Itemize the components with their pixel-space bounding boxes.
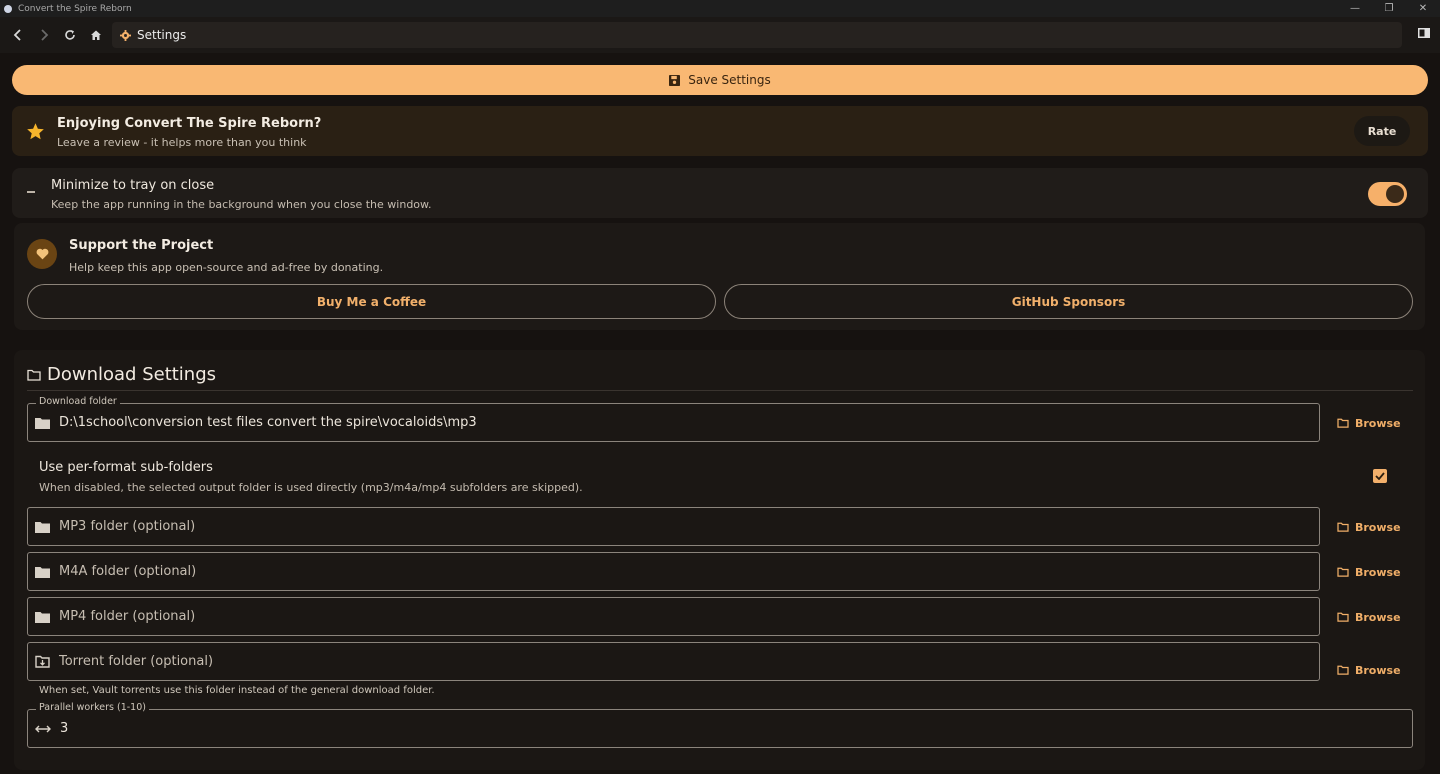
browse-torrent-folder-button[interactable]: Browse	[1337, 660, 1403, 680]
folder-outline-icon	[1337, 522, 1349, 532]
minimize-button[interactable]: —	[1338, 0, 1372, 17]
gear-icon	[120, 29, 131, 41]
home-icon	[91, 30, 101, 40]
review-card: Enjoying Convert The Spire Reborn? Leave…	[12, 106, 1428, 156]
browse-mp4-folder-button[interactable]: Browse	[1337, 607, 1403, 627]
per-format-checkbox[interactable]	[1373, 469, 1387, 483]
folder-icon	[35, 417, 50, 429]
heart-icon	[27, 239, 57, 269]
save-settings-label: Save Settings	[688, 73, 771, 87]
reload-button[interactable]	[58, 23, 82, 47]
folder-outline-icon	[27, 369, 41, 381]
browse-download-folder-button[interactable]: Browse	[1337, 413, 1403, 433]
arrows-horizontal-icon	[35, 725, 51, 732]
folder-icon	[35, 521, 50, 533]
window-controls: — ❐ ✕	[1338, 0, 1440, 17]
address-bar[interactable]: Settings	[112, 22, 1402, 48]
buy-me-a-coffee-button[interactable]: Buy Me a Coffee	[27, 284, 716, 319]
toggle-knob	[1386, 185, 1404, 203]
browse-mp3-folder-button[interactable]: Browse	[1337, 517, 1403, 537]
minimize-to-tray-toggle[interactable]	[1368, 182, 1407, 206]
rate-button[interactable]: Rate	[1354, 116, 1410, 146]
minus-icon	[27, 191, 35, 193]
mp3-folder-field[interactable]: MP3 folder (optional)	[27, 507, 1320, 546]
reload-icon	[65, 30, 75, 40]
parallel-workers-value: 3	[60, 721, 69, 736]
title-bar: Convert the Spire Reborn — ❐ ✕	[0, 0, 1440, 17]
download-settings-card: Download Settings Download folder D:\1sc…	[14, 350, 1425, 770]
app-icon	[4, 4, 12, 13]
folder-download-icon	[35, 655, 50, 668]
review-subtext: Leave a review - it helps more than you …	[57, 136, 307, 149]
torrent-folder-field[interactable]: Torrent folder (optional)	[27, 642, 1320, 681]
home-button[interactable]	[84, 23, 108, 47]
section-divider	[27, 390, 1413, 391]
sidebar-toggle-button[interactable]	[1418, 28, 1430, 38]
restore-button[interactable]: ❐	[1372, 0, 1406, 17]
forward-arrow-icon	[41, 29, 49, 41]
parallel-workers-label: Parallel workers (1-10)	[36, 702, 149, 713]
review-heading: Enjoying Convert The Spire Reborn?	[57, 116, 322, 131]
support-heading: Support the Project	[69, 238, 214, 253]
download-folder-label: Download folder	[36, 396, 120, 407]
download-settings-title: Download Settings	[27, 364, 216, 385]
github-sponsors-button[interactable]: GitHub Sponsors	[724, 284, 1413, 319]
folder-outline-icon	[1337, 418, 1349, 428]
mp4-folder-placeholder: MP4 folder (optional)	[59, 609, 196, 624]
nav-bar: Settings	[0, 17, 1440, 53]
save-disk-icon	[669, 74, 681, 86]
torrent-folder-placeholder: Torrent folder (optional)	[59, 654, 214, 669]
star-icon	[26, 122, 45, 141]
per-format-subtext: When disabled, the selected output folde…	[39, 481, 583, 494]
parallel-workers-field[interactable]: Parallel workers (1-10) 3	[27, 702, 1413, 748]
support-subtext: Help keep this app open-source and ad-fr…	[69, 261, 384, 274]
tray-heading: Minimize to tray on close	[51, 178, 215, 193]
torrent-folder-help: When set, Vault torrents use this folder…	[39, 685, 435, 696]
close-button[interactable]: ✕	[1406, 0, 1440, 17]
window-title: Convert the Spire Reborn	[18, 3, 132, 14]
folder-icon	[35, 566, 50, 578]
tray-subtext: Keep the app running in the background w…	[51, 198, 432, 211]
browse-m4a-folder-button[interactable]: Browse	[1337, 562, 1403, 582]
sidebar-toggle-icon	[1418, 28, 1430, 38]
folder-outline-icon	[1337, 567, 1349, 577]
support-card: Support the Project Help keep this app o…	[14, 223, 1425, 330]
forward-button[interactable]	[32, 23, 56, 47]
folder-outline-icon	[1337, 665, 1349, 675]
per-format-heading: Use per-format sub-folders	[39, 460, 213, 475]
checkmark-icon	[1375, 472, 1385, 480]
download-folder-value: D:\1school\conversion test files convert…	[59, 415, 477, 430]
mp3-folder-placeholder: MP3 folder (optional)	[59, 519, 196, 534]
mp4-folder-field[interactable]: MP4 folder (optional)	[27, 597, 1320, 636]
minimize-to-tray-setting: Minimize to tray on close Keep the app r…	[12, 168, 1428, 218]
back-arrow-icon	[13, 29, 21, 41]
m4a-folder-field[interactable]: M4A folder (optional)	[27, 552, 1320, 591]
download-folder-field[interactable]: Download folder D:\1school\conversion te…	[27, 396, 1320, 442]
m4a-folder-placeholder: M4A folder (optional)	[59, 564, 197, 579]
page-label: Settings	[137, 28, 187, 42]
folder-outline-icon	[1337, 612, 1349, 622]
save-settings-button[interactable]: Save Settings	[12, 65, 1428, 95]
back-button[interactable]	[6, 23, 30, 47]
folder-icon	[35, 611, 50, 623]
